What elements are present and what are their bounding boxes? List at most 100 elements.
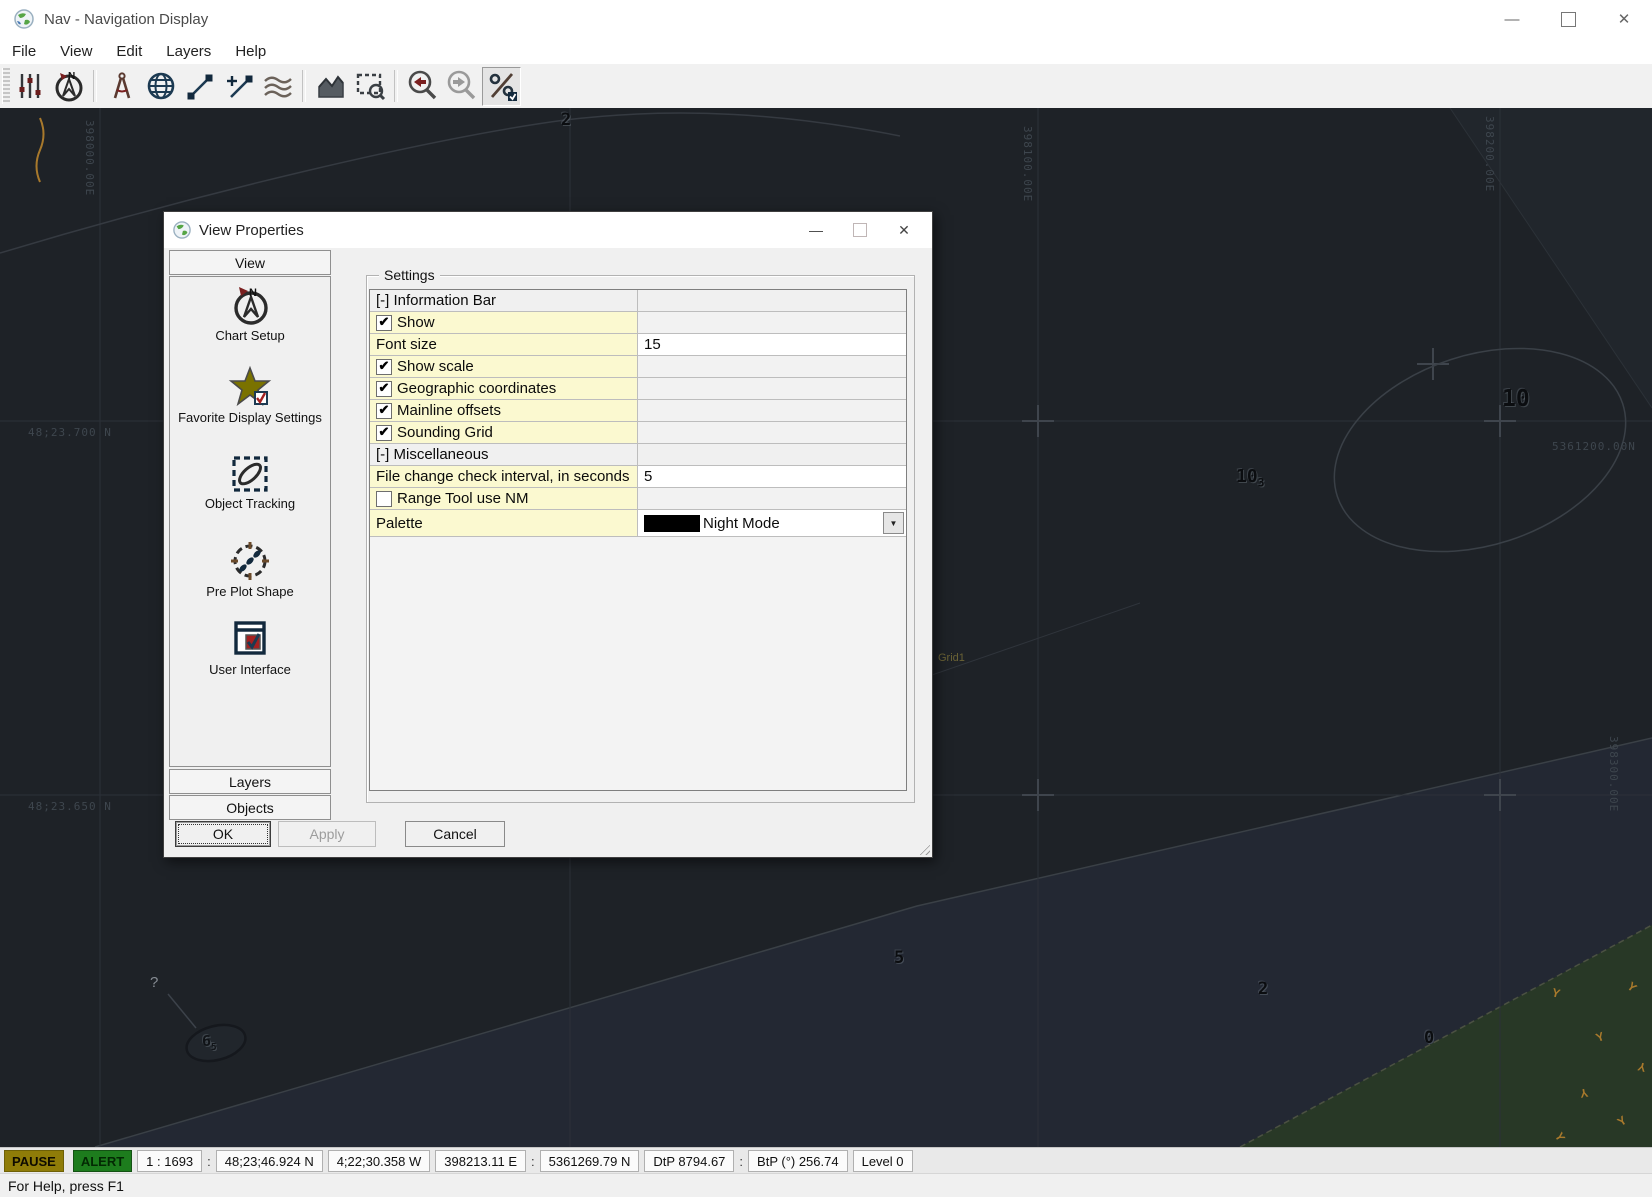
compass-north-icon: N: [228, 285, 272, 327]
dialog-titlebar[interactable]: View Properties — ✕: [164, 212, 932, 248]
property-row: Font size 15: [370, 334, 906, 356]
application-window: Nav - Navigation Display — ✕ File View E…: [0, 0, 1652, 1197]
property-grid: [-] Information Bar Show Font size 15 Sh…: [369, 289, 907, 791]
property-row: Geographic coordinates: [370, 378, 906, 400]
depth-sounding: 2: [561, 110, 571, 130]
close-icon[interactable]: ✕: [1596, 0, 1652, 38]
show-checkbox[interactable]: [376, 315, 392, 331]
contour-lines-button[interactable]: [259, 68, 296, 105]
sidebar-item-pre-plot-shape[interactable]: Pre Plot Shape: [170, 539, 330, 599]
tab-objects[interactable]: Objects: [169, 795, 331, 820]
query-mark: ?: [150, 974, 158, 991]
property-row: Show: [370, 312, 906, 334]
scale-panel: 1 : 1693: [137, 1150, 202, 1172]
property-category-row[interactable]: [-] Miscellaneous: [370, 444, 906, 466]
cancel-button[interactable]: Cancel: [405, 821, 505, 847]
chevron-down-icon[interactable]: ▼: [883, 512, 904, 534]
dialog-maximize-icon[interactable]: [838, 215, 882, 245]
zoom-next-button[interactable]: [443, 68, 480, 105]
compass-north-icon: N: [52, 69, 86, 103]
northing-label: 48;23.650 N: [28, 800, 112, 813]
status-separator: :: [531, 1154, 535, 1169]
toolbar-separator: [302, 70, 306, 102]
globe-grid-button[interactable]: [142, 68, 179, 105]
tab-layers[interactable]: Layers: [169, 769, 331, 794]
mixer-sliders-button[interactable]: [11, 68, 48, 105]
sidebar-item-user-interface[interactable]: User Interface: [170, 619, 330, 677]
zoom-window-button[interactable]: [351, 68, 388, 105]
divider-compass-button[interactable]: [103, 68, 140, 105]
property-row: Show scale: [370, 356, 906, 378]
zoom-previous-button[interactable]: [404, 68, 441, 105]
font-size-value[interactable]: 15: [638, 334, 906, 355]
sounding-grid-checkbox[interactable]: [376, 425, 392, 441]
svg-text:N: N: [68, 71, 75, 82]
mixer-sliders-icon: [14, 70, 46, 102]
dialog-body: View N Chart Setup: [164, 248, 932, 857]
easting-panel: 398213.11 E: [435, 1150, 526, 1172]
dialog-button-row: OK Apply Cancel: [164, 821, 932, 851]
menu-edit[interactable]: Edit: [104, 43, 154, 60]
dialog-minimize-icon[interactable]: —: [794, 215, 838, 245]
profile-chart-button[interactable]: [312, 68, 349, 105]
property-category-row[interactable]: [-] Information Bar: [370, 290, 906, 312]
ok-button[interactable]: OK: [175, 821, 271, 847]
file-check-interval-value[interactable]: 5: [638, 466, 906, 487]
help-bar: For Help, press F1: [0, 1173, 1652, 1197]
depth-sounding: 103: [1236, 466, 1264, 490]
pause-indicator[interactable]: PAUSE: [4, 1150, 64, 1172]
window-check-icon: [228, 619, 272, 661]
scale-percent-toggle-button[interactable]: [482, 67, 521, 106]
show-scale-checkbox[interactable]: [376, 359, 392, 375]
mainline-offsets-checkbox[interactable]: [376, 403, 392, 419]
tab-view[interactable]: View: [169, 250, 331, 275]
toolbar-gripper[interactable]: [2, 68, 10, 104]
alert-indicator[interactable]: ALERT: [73, 1150, 132, 1172]
menu-layers[interactable]: Layers: [154, 43, 223, 60]
globe-grid-icon: [144, 69, 178, 103]
app-globe-icon: [14, 9, 34, 29]
utm-northing-label: 5361200.00N: [1552, 440, 1636, 453]
grid-feature-label: Grid1: [938, 652, 965, 664]
status-bar: PAUSE ALERT 1 : 1693 : 48;23;46.924 N 4;…: [0, 1147, 1652, 1174]
toolbar: N: [0, 64, 1652, 109]
range-tool-nm-checkbox[interactable]: [376, 491, 392, 507]
depth-sounding: 2: [1258, 979, 1268, 999]
sidebar-item-object-tracking[interactable]: Object Tracking: [170, 453, 330, 511]
dialog-globe-icon: [173, 221, 191, 239]
add-line-button[interactable]: [220, 68, 257, 105]
menu-file[interactable]: File: [0, 43, 48, 60]
menu-bar: File View Edit Layers Help: [0, 38, 1652, 65]
dtp-panel: DtP 8794.67: [644, 1150, 734, 1172]
property-row: Sounding Grid: [370, 422, 906, 444]
depth-sounding: 10: [1502, 386, 1530, 412]
zoom-previous-icon: [406, 69, 440, 103]
sidebar-item-favorite-display-settings[interactable]: Favorite Display Settings: [170, 365, 330, 425]
apply-button[interactable]: Apply: [278, 821, 376, 847]
easting-label: 398300.00E: [1607, 736, 1620, 812]
palette-color-swatch: [644, 515, 700, 532]
profile-chart-icon: [314, 69, 348, 103]
menu-view[interactable]: View: [48, 43, 104, 60]
window-title: Nav - Navigation Display: [44, 11, 208, 28]
menu-help[interactable]: Help: [223, 43, 278, 60]
measure-line-icon: [184, 70, 216, 102]
geographic-coordinates-checkbox[interactable]: [376, 381, 392, 397]
zoom-window-icon: [353, 69, 387, 103]
easting-label: 398200.00E: [1483, 116, 1496, 192]
maximize-icon[interactable]: [1540, 0, 1596, 38]
easting-label: 398100.00E: [1021, 126, 1034, 202]
btp-panel: BtP (°) 256.74: [748, 1150, 848, 1172]
sidebar-item-chart-setup[interactable]: N Chart Setup: [170, 285, 330, 343]
palette-combobox[interactable]: Night Mode ▼: [638, 510, 906, 536]
longitude-panel: 4;22;30.358 W: [328, 1150, 431, 1172]
compass-north-button[interactable]: N: [50, 68, 87, 105]
measure-line-button[interactable]: [181, 68, 218, 105]
minimize-icon[interactable]: —: [1484, 0, 1540, 38]
dialog-title: View Properties: [199, 222, 304, 239]
view-properties-dialog: View Properties — ✕ View N Chart Setup: [163, 211, 933, 858]
property-row: Mainline offsets: [370, 400, 906, 422]
dialog-close-icon[interactable]: ✕: [882, 215, 926, 245]
dotted-circle-icon: [228, 539, 272, 583]
depth-sounding: 5: [894, 948, 904, 968]
